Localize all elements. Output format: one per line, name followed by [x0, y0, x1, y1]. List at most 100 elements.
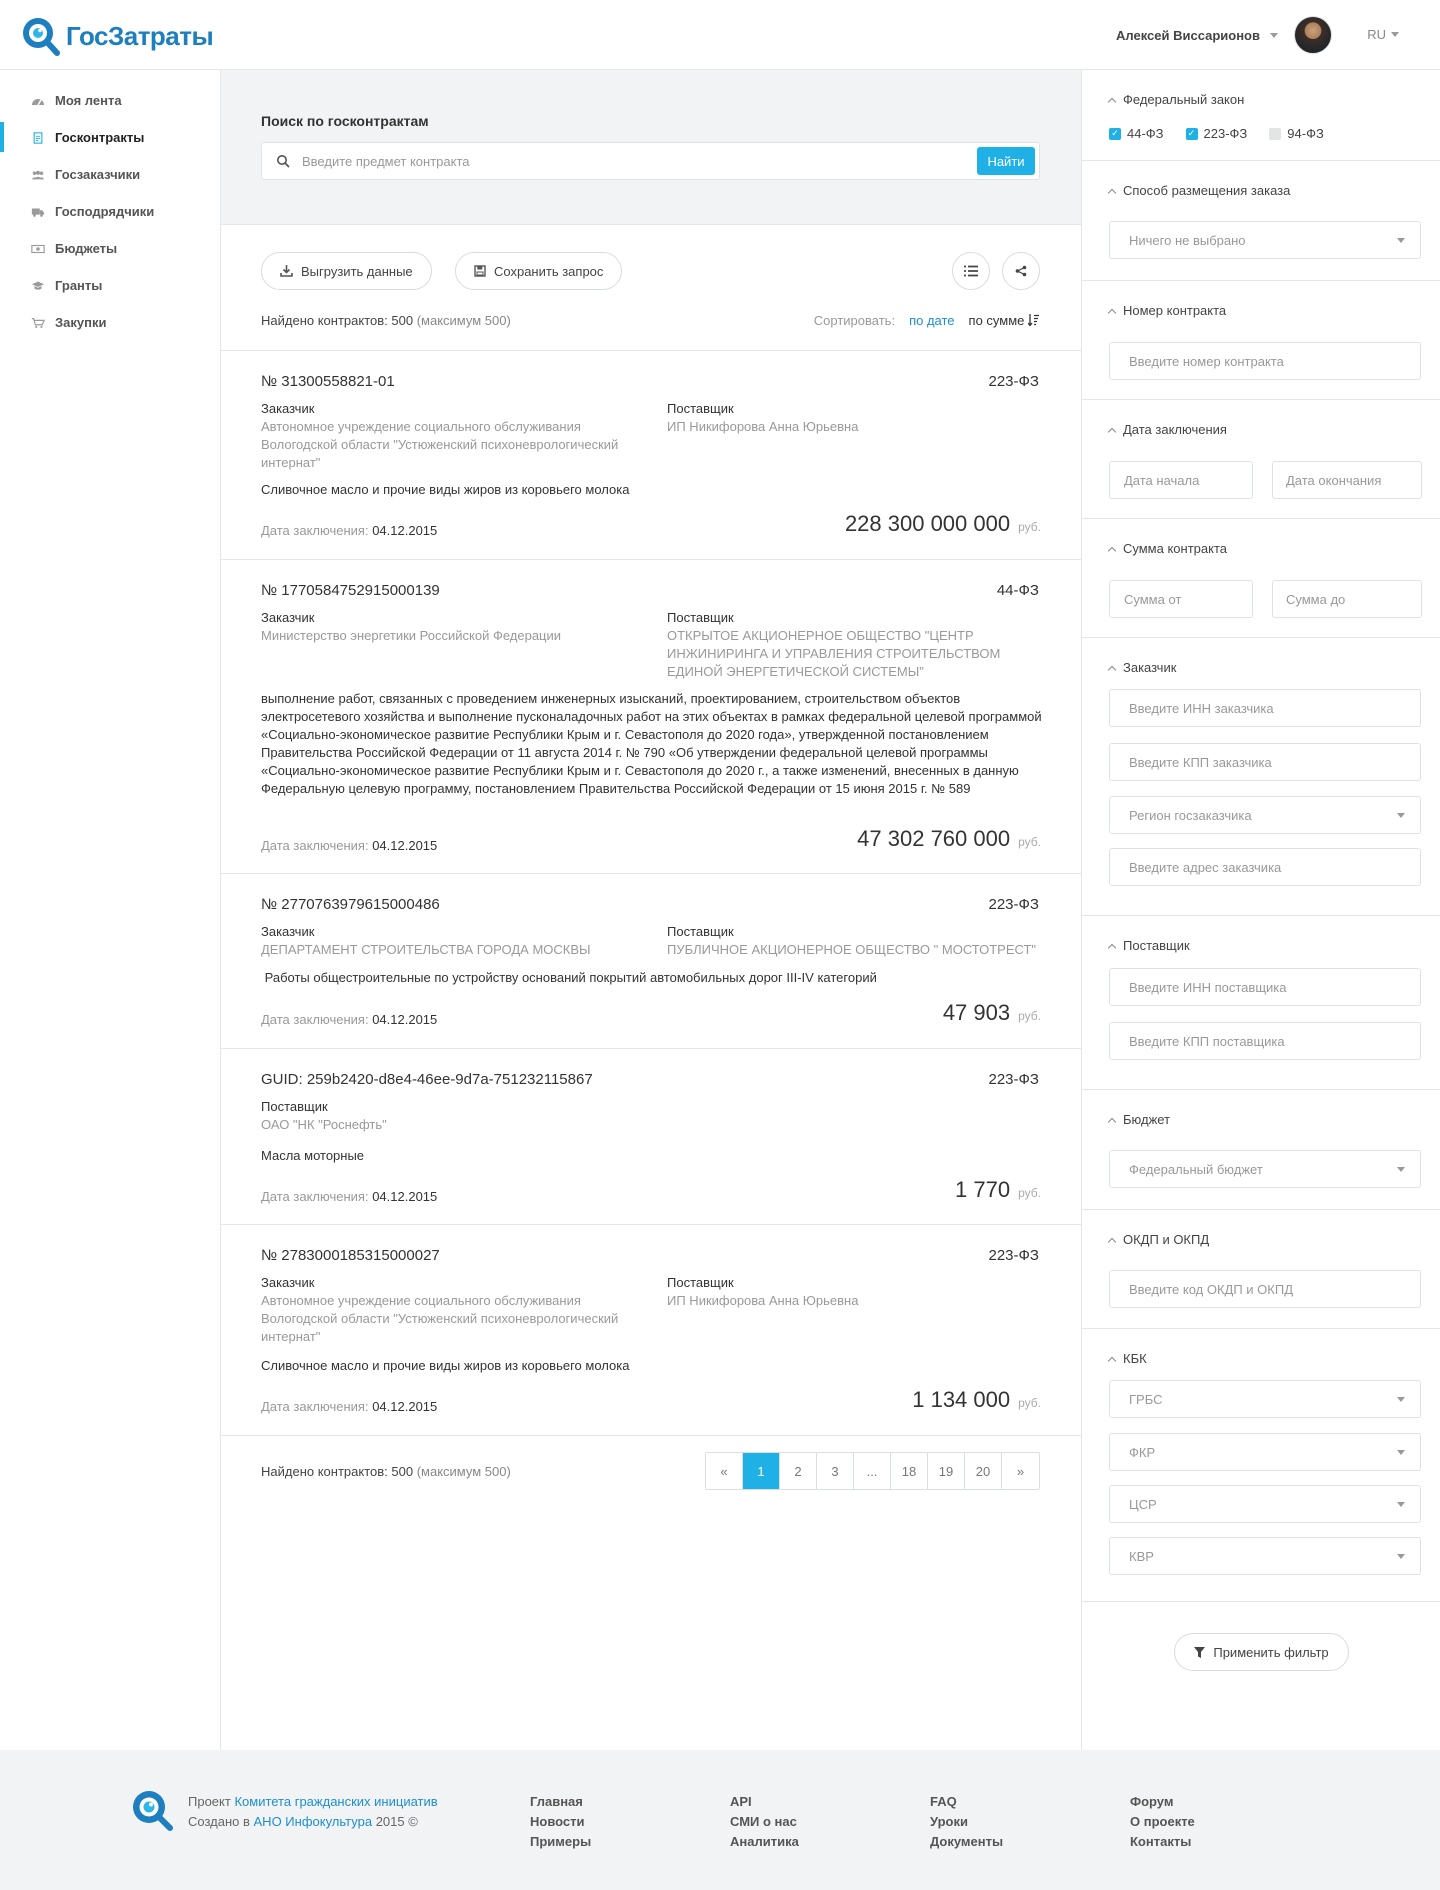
sidebar-item-purchases[interactable]: Закупки — [0, 304, 220, 341]
customer-region-select[interactable]: Регион госзаказчика — [1109, 796, 1421, 834]
search-input[interactable] — [302, 143, 942, 179]
sidebar-item-contracts[interactable]: Госконтракты — [0, 119, 220, 156]
sidebar-item-feed[interactable]: Моя лента — [0, 82, 220, 119]
customer-name[interactable]: Автономное учреждение социального обслуж… — [261, 418, 651, 472]
filter-budget-header[interactable]: Бюджет — [1107, 1112, 1170, 1127]
filter-number-header[interactable]: Номер контракта — [1107, 303, 1227, 318]
avatar[interactable] — [1294, 16, 1332, 54]
supplier-name[interactable]: ИП Никифорова Анна Юрьевна — [667, 418, 1057, 436]
contract-number[interactable]: № 1770584752915000139 — [261, 582, 440, 599]
share-button[interactable] — [1002, 252, 1040, 290]
customer-name[interactable]: ДЕПАРТАМЕНТ СТРОИТЕЛЬСТВА ГОРОДА МОСКВЫ — [261, 941, 651, 959]
kbk-fkr-select[interactable]: ФКР — [1109, 1433, 1421, 1471]
supplier-name[interactable]: ИП Никифорова Анна Юрьевна — [667, 1292, 1057, 1310]
apply-filter-button[interactable]: Применить фильтр — [1174, 1633, 1349, 1671]
supplier-inn-input[interactable]: Введите ИНН поставщика — [1109, 968, 1421, 1006]
user-menu[interactable]: Алексей Виссарионов — [1116, 16, 1332, 54]
list-view-button[interactable] — [952, 252, 990, 290]
kbk-grbs-select[interactable]: ГРБС — [1109, 1380, 1421, 1418]
sidebar-item-contractors[interactable]: Господрядчики — [0, 193, 220, 230]
sum-to-input[interactable]: Сумма до — [1272, 580, 1422, 618]
contract-card[interactable]: GUID: 259b2420-d8e4-46ee-9d7a-7512321158… — [221, 1049, 1081, 1225]
page-link[interactable]: 20 — [965, 1453, 1002, 1489]
budget-select[interactable]: Федеральный бюджет — [1109, 1150, 1421, 1188]
sort-by-date[interactable]: по дате — [909, 313, 954, 328]
contract-card[interactable]: № 1770584752915000139 44-ФЗ Заказчик Мин… — [221, 560, 1081, 874]
footer-logo-icon[interactable] — [130, 1788, 174, 1832]
footer-link[interactable]: О проекте — [1130, 1812, 1195, 1832]
contract-number-input[interactable]: Введите номер контракта — [1109, 342, 1421, 380]
page-next[interactable]: » — [1002, 1453, 1039, 1489]
footer-link[interactable]: API — [730, 1792, 799, 1812]
footer-link[interactable]: Примеры — [530, 1832, 591, 1852]
sort-by-sum[interactable]: по сумме — [969, 313, 1039, 328]
input-placeholder: Введите код ОКДП и ОКПД — [1129, 1281, 1293, 1297]
contract-date: Дата заключения: 04.12.2015 — [261, 838, 437, 853]
supplier-name[interactable]: ПУБЛИЧНОЕ АКЦИОНЕРНОЕ ОБЩЕСТВО " МОСТОТР… — [667, 941, 1057, 959]
project-link[interactable]: Комитета гражданских инициатив — [234, 1794, 437, 1809]
okdp-input[interactable]: Введите код ОКДП и ОКПД — [1109, 1270, 1421, 1308]
customer-name[interactable]: Автономное учреждение социального обслуж… — [261, 1292, 651, 1346]
filter-customer-header[interactable]: Заказчик — [1107, 660, 1176, 675]
date-from-input[interactable]: Дата начала — [1109, 461, 1253, 499]
chevron-down-icon — [1397, 1502, 1405, 1507]
logo[interactable]: ГосЗатраты — [20, 15, 214, 57]
page-link[interactable]: 2 — [780, 1453, 817, 1489]
footer-link[interactable]: Документы — [930, 1832, 1003, 1852]
sidebar-item-customers[interactable]: Госзаказчики — [0, 156, 220, 193]
footer-link[interactable]: Новости — [530, 1812, 591, 1832]
footer-link[interactable]: FAQ — [930, 1792, 1003, 1812]
footer-link[interactable]: Главная — [530, 1792, 591, 1812]
chevron-up-icon — [1107, 943, 1117, 952]
filter-date-header[interactable]: Дата заключения — [1107, 422, 1227, 437]
filter-sum-header[interactable]: Сумма контракта — [1107, 541, 1227, 556]
date-to-input[interactable]: Дата окончания — [1272, 461, 1422, 499]
filter-title: Номер контракта — [1123, 303, 1227, 318]
contract-number[interactable]: № 31300558821-01 — [261, 373, 395, 390]
footer-link[interactable]: СМИ о нас — [730, 1812, 799, 1832]
checkbox-label: 223-ФЗ — [1203, 126, 1248, 141]
filter-law-header[interactable]: Федеральный закон — [1107, 92, 1244, 107]
page-prev[interactable]: « — [706, 1453, 743, 1489]
placement-select[interactable]: Ничего не выбрано — [1109, 221, 1421, 259]
checkbox-94fz[interactable]: 94-ФЗ — [1269, 126, 1324, 141]
filter-okdp-header[interactable]: ОКДП и ОКПД — [1107, 1232, 1209, 1247]
contract-number[interactable]: № 2783000185315000027 — [261, 1247, 440, 1264]
footer-link[interactable]: Уроки — [930, 1812, 1003, 1832]
language-selector[interactable]: RU — [1367, 27, 1399, 42]
contract-card[interactable]: № 2783000185315000027 223-ФЗ Заказчик Ав… — [221, 1225, 1081, 1436]
sum-from-input[interactable]: Сумма от — [1109, 580, 1253, 618]
search-button[interactable]: Найти — [977, 147, 1035, 175]
filter-supplier-header[interactable]: Поставщик — [1107, 938, 1190, 953]
sidebar-item-grants[interactable]: Гранты — [0, 267, 220, 304]
customer-inn-input[interactable]: Введите ИНН заказчика — [1109, 689, 1421, 727]
filter-kbk-header[interactable]: КБК — [1107, 1351, 1147, 1366]
export-button[interactable]: Выгрузить данные — [261, 252, 432, 290]
save-query-button[interactable]: Сохранить запрос — [455, 252, 623, 290]
page-link[interactable]: 3 — [817, 1453, 854, 1489]
supplier-kpp-input[interactable]: Введите КПП поставщика — [1109, 1022, 1421, 1060]
footer-link[interactable]: Контакты — [1130, 1832, 1195, 1852]
customer-name[interactable]: Министерство энергетики Российской Федер… — [261, 627, 651, 645]
contract-card[interactable]: № 2770763979615000486 223-ФЗ Заказчик ДЕ… — [221, 874, 1081, 1049]
filter-placement-header[interactable]: Способ размещения заказа — [1107, 183, 1290, 198]
supplier-name[interactable]: ОТКРЫТОЕ АКЦИОНЕРНОЕ ОБЩЕСТВО "ЦЕНТР ИНЖ… — [667, 627, 1007, 681]
checkbox-44fz[interactable]: ✓ 44-ФЗ — [1109, 126, 1164, 141]
checkbox-223fz[interactable]: ✓ 223-ФЗ — [1185, 126, 1248, 141]
kbk-csr-select[interactable]: ЦСР — [1109, 1485, 1421, 1523]
customer-kpp-input[interactable]: Введите КПП заказчика — [1109, 743, 1421, 781]
customer-address-input[interactable]: Введите адрес заказчика — [1109, 848, 1421, 886]
supplier-name[interactable]: ОАО "НК "Роснефть" — [261, 1116, 651, 1134]
page-link[interactable]: 18 — [891, 1453, 928, 1489]
page-link[interactable]: 1 — [743, 1453, 780, 1489]
kbk-kvr-select[interactable]: КВР — [1109, 1537, 1421, 1575]
contract-card[interactable]: № 31300558821-01 223-ФЗ Заказчик Автоном… — [221, 351, 1081, 560]
created-link[interactable]: АНО Инфокультура — [254, 1814, 373, 1829]
footer-link[interactable]: Форум — [1130, 1792, 1195, 1812]
contract-number[interactable]: GUID: 259b2420-d8e4-46ee-9d7a-7512321158… — [261, 1071, 593, 1088]
sidebar-item-budgets[interactable]: Бюджеты — [0, 230, 220, 267]
footer-link[interactable]: Аналитика — [730, 1832, 799, 1852]
page-link[interactable]: 19 — [928, 1453, 965, 1489]
chevron-up-icon — [1107, 188, 1117, 197]
contract-number[interactable]: № 2770763979615000486 — [261, 896, 440, 913]
